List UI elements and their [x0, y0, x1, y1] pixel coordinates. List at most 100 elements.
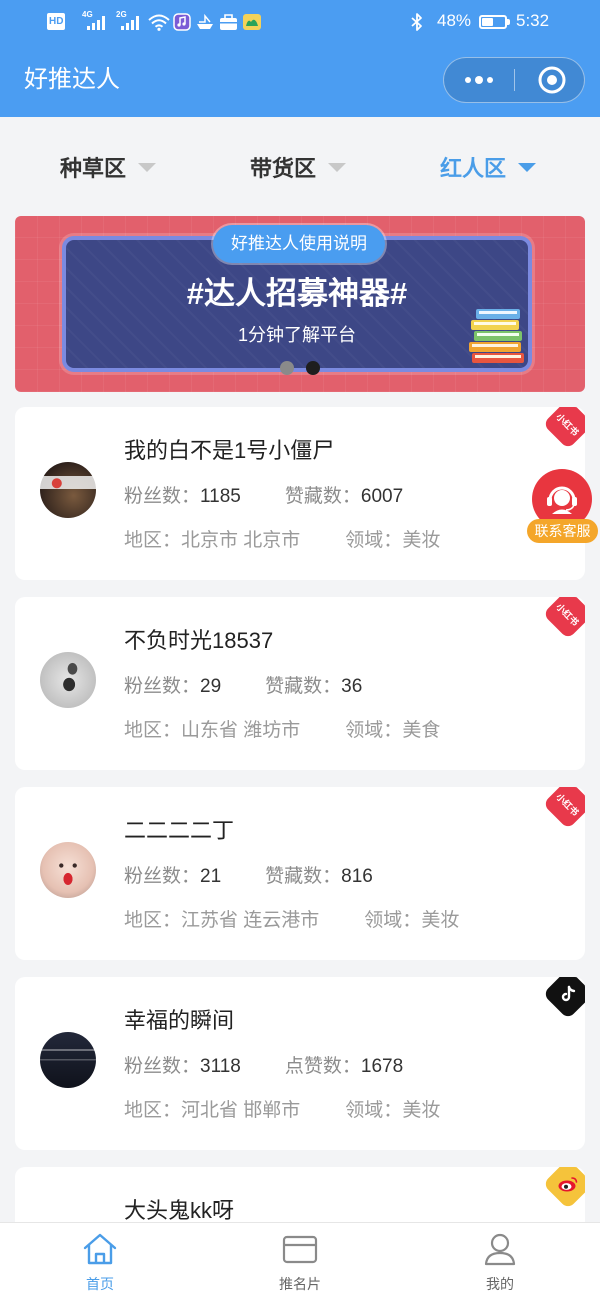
filter-tab-label: 带货区 — [250, 156, 317, 181]
briefcase-app-icon — [220, 14, 237, 30]
region-label: 地区： — [124, 1100, 182, 1121]
miniprogram-capsule — [443, 57, 585, 103]
tab-home[interactable]: 首页 — [0, 1223, 200, 1300]
battery-icon — [479, 15, 507, 29]
likes-label: 赞藏数： — [284, 486, 361, 507]
contact-service-label: 联系客服 — [527, 519, 598, 543]
banner-subtitle: 1分钟了解平台 — [237, 325, 356, 345]
stats-row: 粉丝数：29 赞藏数：36 — [124, 674, 362, 700]
fans-count: 29 — [200, 676, 222, 697]
badge-text: 小红书 — [554, 601, 581, 628]
exit-button[interactable] — [532, 60, 572, 100]
fans-label: 粉丝数： — [124, 676, 201, 697]
field-info: 领域：美妆 — [345, 528, 440, 554]
influencer-card[interactable]: 不负时光18537 粉丝数：29 赞藏数：36 地区：山东省 潍坊市 领域：美食… — [15, 597, 585, 770]
xiaohongshu-badge-icon: 小红书 — [542, 407, 585, 450]
region-info: 地区：河北省 邯郸市 — [124, 1098, 300, 1124]
likes-count: 6007 — [360, 486, 404, 507]
music-app-icon — [173, 13, 191, 31]
avatar — [40, 462, 96, 518]
likes-count: 1678 — [360, 1056, 404, 1077]
influencer-card[interactable]: 我的白不是1号小僵尸 粉丝数：1185 赞藏数：6007 地区：北京市 北京市 … — [15, 407, 585, 580]
avatar — [40, 1032, 96, 1088]
app-screen: HD 4G 2G 48% 5:32 好推达人 种草区 带货区 红人区 好推达人使… — [0, 0, 600, 1300]
promo-banner[interactable]: 好推达人使用说明 #达人招募神器# 1分钟了解平台 — [15, 216, 585, 392]
fans-stat: 粉丝数：29 — [124, 674, 221, 700]
influencer-name: 不负时光18537 — [124, 628, 274, 653]
region-value: 北京市 北京市 — [181, 530, 301, 551]
field-value: 美妆 — [402, 530, 441, 551]
region-label: 地区： — [124, 530, 182, 551]
filter-tab-seeding[interactable]: 种草区 — [60, 152, 157, 182]
likes-stat: 赞藏数：6007 — [285, 484, 403, 510]
fans-stat: 粉丝数：21 — [124, 864, 221, 890]
region-value: 河北省 邯郸市 — [181, 1100, 301, 1121]
more-menu-button[interactable] — [456, 58, 506, 102]
wifi-icon — [148, 14, 170, 31]
influencer-name: 大头鬼kk呀 — [124, 1198, 235, 1223]
likes-label: 赞藏数： — [265, 676, 342, 697]
banner-headline: #达人招募神器# — [186, 276, 408, 311]
stats-row: 粉丝数：21 赞藏数：816 — [124, 864, 373, 890]
region-info: 地区：山东省 潍坊市 — [124, 718, 300, 744]
chevron-down-icon — [518, 162, 537, 172]
filter-tab-label: 红人区 — [440, 156, 507, 181]
carousel-dot[interactable] — [280, 361, 294, 375]
xiaohongshu-badge-icon: 小红书 — [542, 597, 585, 640]
tab-business-card[interactable]: 推名片 — [200, 1223, 400, 1300]
carousel-dot[interactable] — [306, 361, 320, 375]
chevron-down-icon — [328, 162, 347, 172]
field-value: 美妆 — [421, 910, 460, 931]
influencer-card[interactable]: 幸福的瞬间 粉丝数：3118 点赞数：1678 地区：河北省 邯郸市 领域：美妆 — [15, 977, 585, 1150]
badge-text: 小红书 — [554, 791, 581, 818]
meta-row: 地区：山东省 潍坊市 领域：美食 — [124, 718, 440, 744]
banner-pill[interactable]: 好推达人使用说明 — [213, 225, 385, 263]
tab-profile[interactable]: 我的 — [400, 1223, 600, 1300]
signal-icon — [121, 16, 139, 30]
meta-row: 地区：北京市 北京市 领域：美妆 — [124, 528, 440, 554]
region-label: 地区： — [124, 720, 182, 741]
likes-count: 36 — [341, 676, 363, 697]
filter-tab-influencer[interactable]: 红人区 — [440, 152, 537, 182]
top-bar: HD 4G 2G 48% 5:32 好推达人 — [0, 0, 600, 117]
stats-row: 粉丝数：1185 赞藏数：6007 — [124, 484, 403, 510]
fans-stat: 粉丝数：3118 — [124, 1054, 241, 1080]
books-icon — [469, 309, 524, 363]
weibo-eye-icon — [558, 1177, 578, 1192]
battery-level — [482, 18, 493, 26]
fans-count: 3118 — [200, 1056, 241, 1077]
likes-count: 816 — [341, 866, 373, 887]
stats-row: 粉丝数：3118 点赞数：1678 — [124, 1054, 403, 1080]
influencer-name: 幸福的瞬间 — [124, 1008, 235, 1033]
signal-icon — [87, 16, 105, 30]
fans-count: 21 — [200, 866, 222, 887]
field-value: 美食 — [402, 720, 441, 741]
field-value: 美妆 — [402, 1100, 441, 1121]
avatar — [40, 842, 96, 898]
battery-percent: 48% — [437, 11, 472, 30]
fans-label: 粉丝数： — [124, 866, 201, 887]
likes-stat: 点赞数：1678 — [285, 1054, 403, 1080]
fans-label: 粉丝数： — [124, 486, 201, 507]
filter-tab-sales[interactable]: 带货区 — [250, 152, 347, 182]
region-label: 地区： — [124, 910, 182, 931]
likes-stat: 赞藏数：816 — [265, 864, 373, 890]
clock: 5:32 — [516, 11, 550, 30]
battery-nub — [507, 19, 510, 25]
badge-text: 小红书 — [554, 411, 581, 438]
xiaohongshu-badge-icon: 小红书 — [542, 787, 585, 830]
region-value: 山东省 潍坊市 — [181, 720, 301, 741]
field-info: 领域：美妆 — [364, 908, 459, 934]
page-title: 好推达人 — [24, 66, 120, 93]
fans-stat: 粉丝数：1185 — [124, 484, 241, 510]
user-icon — [484, 1233, 516, 1266]
field-info: 领域：美妆 — [345, 1098, 440, 1124]
camel-app-icon — [243, 14, 261, 30]
fans-label: 粉丝数： — [124, 1056, 201, 1077]
influencer-card[interactable]: 二二二二丁 粉丝数：21 赞藏数：816 地区：江苏省 连云港市 领域：美妆 小… — [15, 787, 585, 960]
customer-service-headset-icon — [547, 486, 577, 514]
contact-service-button[interactable]: 联系客服 — [527, 469, 598, 544]
meta-row: 地区：江苏省 连云港市 领域：美妆 — [124, 908, 459, 934]
tab-label: 首页 — [86, 1276, 114, 1292]
douyin-badge-icon — [542, 977, 585, 1020]
